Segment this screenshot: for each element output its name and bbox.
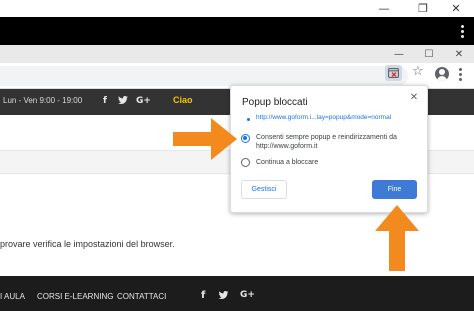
googleplus-icon[interactable]: G+ [136,96,151,106]
browser-maximize-button[interactable]: ☐ [414,45,444,63]
done-button[interactable]: Fine [372,180,417,199]
bullet-icon [247,118,250,121]
os-restore-button[interactable]: ❐ [405,0,441,17]
bookmark-star-icon[interactable]: ☆ [412,64,424,79]
address-bar[interactable] [0,66,408,86]
radio-keep-blocking[interactable] [241,158,250,167]
tabstrip-menu-icon[interactable] [456,23,468,39]
footer-link-corsi-elearning[interactable]: CORSI E-LEARNING [37,292,113,301]
os-title-bar: — ❐ ✕ [0,0,474,17]
os-close-button[interactable]: ✕ [438,0,474,17]
kebab-menu-icon[interactable] [456,68,464,82]
footer-googleplus-icon[interactable]: G+ [240,290,255,300]
account-icon[interactable] [435,67,449,81]
arrow-up-icon [375,205,419,271]
allow-popups-label-line1: Consenti sempre popup e reindirizzamenti… [256,134,397,141]
keep-blocking-label[interactable]: Continua a bloccare [256,158,318,167]
footer-twitter-icon[interactable] [218,291,229,303]
os-minimize-button[interactable]: — [366,0,402,17]
browser-close-button[interactable]: ✕ [444,45,474,63]
footer-link-aula[interactable]: I AULA [0,292,25,301]
allow-popups-label-line2: http://www.goform.it [256,143,318,150]
tab-strip [0,17,474,45]
popup-title: Popup bloccati [242,97,308,108]
opening-hours: Lun - Ven 9:00 - 19:00 [3,96,83,105]
arrow-right-icon [173,118,237,160]
footer-link-contattaci[interactable]: CONTATTACI [117,292,166,301]
facebook-icon[interactable]: f [103,96,107,106]
manage-button[interactable]: Gestisci [241,180,287,199]
site-footer: I AULA CORSI E-LEARNING CONTATTACI f G+ [0,276,474,311]
browser-settings-message: provare verifica le impostazioni del bro… [0,239,175,249]
browser-minimize-button[interactable]: — [384,45,414,63]
radio-allow-popups[interactable] [241,134,250,143]
popup-blocked-icon[interactable] [385,65,402,81]
close-icon[interactable]: ✕ [408,92,420,103]
footer-facebook-icon[interactable]: f [201,290,205,301]
twitter-icon[interactable] [118,96,128,107]
blocked-popup-link[interactable]: http://www.goform.i...lay=popup&mode=nor… [256,114,391,121]
allow-popups-label[interactable]: Consenti sempre popup e reindirizzamenti… [256,133,397,151]
popup-blocked-dialog: Popup bloccati ✕ http://www.goform.i...l… [230,85,428,213]
browser-title-bar: — ☐ ✕ [0,45,474,63]
greeting-label: Ciao [173,95,193,105]
